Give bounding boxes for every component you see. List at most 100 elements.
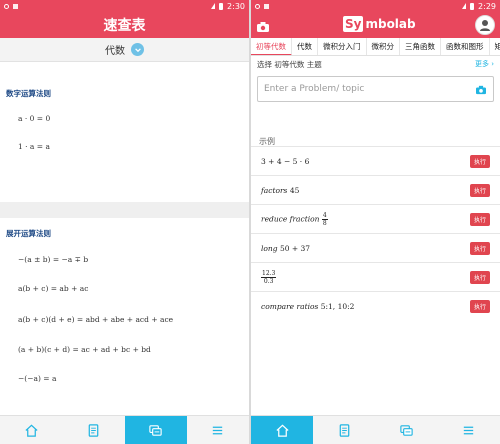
example-row[interactable]: long 50 + 37 执行 — [251, 233, 500, 262]
page-title: 速查表 — [103, 18, 146, 34]
formula-item: −(a ± b) = −a ∓ b — [18, 255, 89, 264]
camera-button[interactable] — [256, 18, 270, 37]
example-prefix: compare ratios — [261, 301, 319, 311]
tab-algebra[interactable]: 代数 — [292, 38, 318, 55]
app-header: Sy mbolab — [251, 12, 500, 38]
bottom-nav — [251, 415, 500, 444]
more-link[interactable]: 更多 › — [475, 59, 494, 69]
example-value: 5:1, 10:2 — [320, 301, 355, 311]
symbolab-home-screen: 2:29 Sy mbolab 初等代数 代数 微积分入门 微积分 三角函数 函数… — [251, 0, 500, 444]
run-button[interactable]: 执行 — [469, 212, 490, 226]
menu-tab[interactable] — [187, 416, 249, 444]
home-icon — [276, 424, 289, 437]
example-row[interactable]: compare ratios 5:1, 10:2 执行 — [251, 291, 500, 320]
example-row[interactable]: reduce fraction 48 执行 — [251, 204, 500, 233]
fraction-numerator: 12.3 — [261, 269, 277, 278]
notes-icon — [88, 423, 99, 437]
status-bar: 2:29 — [251, 0, 500, 12]
status-bar: 2:30 — [0, 0, 249, 12]
camera-icon — [257, 22, 269, 32]
tab-trigonometry[interactable]: 三角函数 — [400, 38, 441, 55]
more-label: 更多 — [474, 60, 489, 68]
battery-icon — [470, 2, 475, 10]
run-button[interactable]: 执行 — [469, 270, 490, 284]
run-button[interactable]: 执行 — [469, 241, 490, 255]
tab-functions-graphs[interactable]: 函数和图形 — [441, 38, 490, 55]
notes-tab[interactable] — [313, 416, 375, 444]
example-row[interactable]: 12.3 0.3 执行 — [251, 262, 500, 291]
formula-item: −(−a) = a — [18, 374, 57, 383]
menu-icon — [213, 426, 223, 434]
fraction: 48 — [321, 211, 328, 227]
user-avatar-icon — [480, 20, 490, 31]
home-icon — [25, 424, 38, 437]
camera-scan-button[interactable] — [475, 80, 487, 99]
subject-bar: 选择 初等代数 主题 更多 › — [251, 56, 500, 72]
cheatsheet-screen: 2:30 速查表 代数 数字运算法则 a · 0 = 0 1 · a = a 展… — [0, 0, 249, 444]
example-value: 45 — [289, 185, 300, 195]
notes-icon — [339, 423, 350, 437]
status-time: 2:29 — [478, 1, 496, 11]
notification-icon — [255, 3, 260, 9]
camera-icon — [476, 85, 486, 94]
cheatsheet-tab[interactable] — [376, 416, 438, 444]
signal-icon — [462, 3, 467, 9]
search-placeholder: Enter a Problem/ topic — [264, 84, 365, 94]
example-expression: compare ratios 5:1, 10:2 — [261, 302, 354, 311]
app-icon — [264, 3, 269, 9]
notes-tab[interactable] — [62, 416, 124, 444]
section-title-expansion-rules: 展开运算法则 — [6, 229, 51, 238]
logo-mark: Sy — [343, 16, 364, 32]
formula-item: 1 · a = a — [18, 142, 50, 151]
section-divider — [0, 202, 249, 218]
avatar[interactable] — [475, 15, 495, 35]
section-title-number-rules: 数字运算法则 — [6, 89, 51, 98]
tab-matrices[interactable]: 矩 — [490, 38, 500, 55]
example-expression: 3 + 4 − 5 · 6 — [261, 156, 310, 166]
fraction: 12.3 0.3 — [261, 269, 277, 285]
bottom-nav — [0, 415, 249, 444]
battery-icon — [219, 2, 224, 10]
signal-icon — [211, 3, 216, 9]
category-selector[interactable]: 代数 — [0, 38, 249, 62]
run-button[interactable]: 执行 — [469, 299, 490, 313]
home-tab[interactable] — [0, 416, 62, 444]
run-button[interactable]: 执行 — [469, 183, 490, 197]
problem-input[interactable]: Enter a Problem/ topic — [257, 76, 494, 102]
formula-item: a(b + c)(d + e) = abd + abe + acd + ace — [18, 315, 174, 324]
example-row[interactable]: 3 + 4 − 5 · 6 执行 — [251, 146, 500, 175]
cheatsheet-icon — [400, 424, 413, 436]
menu-icon — [464, 426, 474, 434]
cheatsheet-icon — [149, 424, 162, 436]
example-expression: factors 45 — [261, 186, 299, 195]
example-expression: reduce fraction 48 — [261, 212, 328, 227]
example-value: 50 + 37 — [279, 243, 311, 253]
category-selected-value: 代数 — [105, 46, 125, 57]
symbolab-logo: Sy mbolab — [343, 16, 416, 32]
example-expression: 12.3 0.3 — [261, 269, 277, 285]
run-button[interactable]: 执行 — [469, 154, 490, 168]
menu-tab[interactable] — [438, 416, 500, 444]
app-icon — [13, 3, 18, 9]
formula-item: a · 0 = 0 — [18, 114, 51, 123]
chevron-down-icon[interactable] — [131, 43, 144, 56]
formula-item: (a + b)(c + d) = ac + ad + bc + bd — [18, 345, 151, 354]
logo-text: mbolab — [365, 17, 416, 31]
subject-label: 选择 初等代数 主题 — [257, 59, 322, 69]
example-prefix: long — [261, 243, 278, 253]
example-row[interactable]: factors 45 执行 — [251, 175, 500, 204]
notification-icon — [4, 3, 9, 9]
cheatsheet-tab[interactable] — [124, 416, 187, 444]
status-time: 2:30 — [227, 1, 245, 11]
home-tab[interactable] — [251, 416, 314, 444]
example-prefix: reduce fraction — [261, 214, 320, 223]
tab-elementary-algebra[interactable]: 初等代数 — [251, 38, 292, 55]
app-header: 速查表 — [0, 12, 249, 38]
tab-pre-calculus[interactable]: 微积分入门 — [318, 38, 367, 55]
fraction-denominator: 8 — [322, 219, 327, 227]
fraction-denominator: 0.3 — [263, 277, 274, 285]
fraction-numerator: 4 — [321, 211, 328, 220]
example-expression: long 50 + 37 — [261, 244, 310, 253]
example-prefix: factors — [261, 185, 288, 195]
tab-calculus[interactable]: 微积分 — [367, 38, 400, 55]
